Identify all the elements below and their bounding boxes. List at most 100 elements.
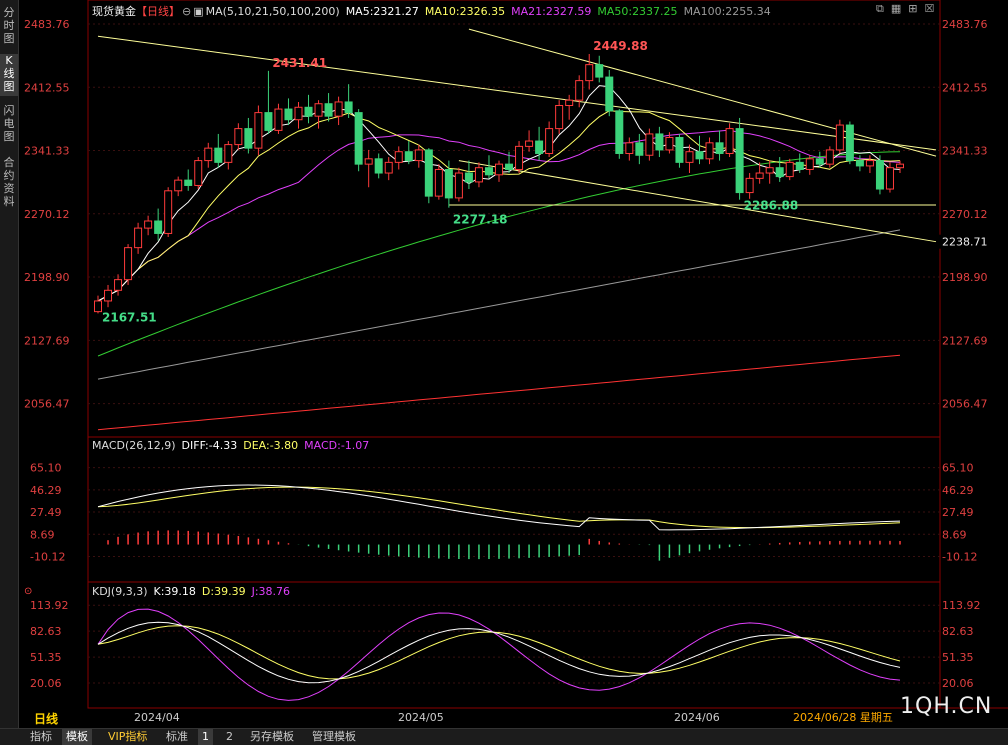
bottom-tab-1[interactable]: 1 — [198, 729, 213, 745]
high-annotation-1: 2431.41 — [272, 56, 327, 70]
candle-body — [645, 133, 654, 156]
close-icon[interactable]: ☒ — [924, 2, 934, 15]
y-tick-label-left: 2056.47 — [24, 398, 70, 411]
candle-body — [505, 163, 514, 170]
candle-body — [414, 149, 423, 162]
kdj-tick-right: 20.06 — [942, 677, 974, 690]
candle-body — [354, 112, 363, 165]
ma5-value: MA5:2321.27 — [345, 5, 419, 18]
kdj-header: KDJ(9,3,3) K:39.18 D:39.39 J:38.76 — [92, 585, 296, 598]
ma100-value: MA100:2255.34 — [683, 5, 771, 18]
kdj-k: K:39.18 — [153, 585, 196, 598]
trend-value-label: 2238.71 — [942, 236, 988, 249]
candle-body — [845, 124, 854, 162]
candle-body — [434, 168, 443, 197]
macd-header: MACD(26,12,9) DIFF:-4.33 DEA:-3.80 MACD:-1.… — [92, 439, 375, 452]
macd-tick-right: -10.12 — [942, 551, 977, 564]
candle-body — [815, 158, 824, 165]
copy-icon[interactable]: ⧉ — [876, 2, 884, 15]
candle-body — [474, 167, 483, 183]
candle-body — [515, 145, 524, 170]
candle-body — [194, 160, 203, 186]
y-tick-label-right: 2483.76 — [942, 18, 988, 31]
grid-icon[interactable]: ▦ — [891, 2, 901, 15]
candle-body — [775, 167, 784, 178]
ma5-line — [97, 85, 901, 302]
kdj-tick-left: 51.35 — [30, 651, 62, 664]
candle-body — [565, 99, 574, 107]
ma200-line — [97, 354, 901, 431]
x-axis-label: 2024/05 — [398, 711, 444, 724]
candle-body — [835, 124, 844, 151]
settings-icon[interactable]: ⊖ — [182, 5, 191, 18]
candle-body — [344, 101, 353, 114]
candle-body — [745, 177, 754, 194]
candle-body — [444, 168, 453, 199]
kdj-tick-right: 51.35 — [942, 651, 974, 664]
candle-body — [655, 133, 664, 151]
candle-body — [464, 172, 473, 183]
kline-chart[interactable]: 2483.76 2483.76 2412.55 2412.55 2341.33 2341.… — [0, 0, 1008, 728]
bottom-tab-save-template[interactable]: 另存模板 — [246, 729, 298, 745]
indicator-icon[interactable]: ▣ — [193, 5, 203, 18]
candle-body — [725, 128, 734, 154]
candle-body — [896, 163, 904, 169]
candle-body — [364, 158, 373, 165]
candle-body — [805, 158, 814, 170]
candle-body — [695, 151, 704, 160]
bottom-tab-templates[interactable]: 模板 — [62, 729, 92, 745]
candle-body — [525, 140, 534, 147]
candle-body — [665, 136, 674, 151]
macd-tick-right: 46.29 — [942, 484, 974, 497]
bottom-tab-2[interactable]: 2 — [222, 729, 237, 745]
macd-tick-right: 27.49 — [942, 506, 974, 519]
bottom-tab-vip[interactable]: VIP指标 — [104, 729, 151, 745]
candle-body — [615, 110, 624, 154]
candle-body — [825, 149, 834, 165]
kdj-marker-icon[interactable]: ⊙ — [24, 586, 32, 597]
y-tick-label-left: 2483.76 — [24, 18, 70, 31]
macd-tick-left: 46.29 — [30, 484, 62, 497]
bottom-tab-standard[interactable]: 标准 — [162, 729, 192, 745]
kdj-tick-left: 113.92 — [30, 599, 69, 612]
candle-body — [675, 136, 684, 163]
candle-body — [254, 112, 263, 149]
period-label[interactable]: 日线 — [34, 710, 58, 727]
x-axis-label: 2024/04 — [134, 711, 180, 724]
candle-body — [575, 80, 584, 101]
candle-body — [885, 167, 894, 190]
candle-body — [324, 103, 333, 117]
candle-body — [104, 289, 113, 302]
bottom-tab-manage-template[interactable]: 管理模板 — [308, 729, 360, 745]
add-icon[interactable]: ⊞ — [908, 2, 917, 15]
macd-dea: DEA:-3.80 — [243, 439, 299, 452]
y-tick-label-right: 2341.33 — [942, 145, 988, 158]
bottom-tab-indicators[interactable]: 指标 — [26, 729, 56, 745]
candle-body — [735, 128, 744, 194]
kdj-j-line — [97, 608, 901, 701]
candle-body — [765, 167, 774, 174]
ma100-line — [97, 229, 901, 380]
candle-body — [495, 163, 503, 176]
low-annotation-3: 2286.88 — [744, 199, 799, 213]
y-tick-label-left: 2127.69 — [24, 334, 70, 347]
high-annotation-2: 2449.88 — [593, 39, 648, 53]
candle-body — [244, 128, 253, 149]
candle-body — [214, 147, 223, 163]
low-annotation-2: 2277.18 — [453, 213, 508, 227]
candle-body — [304, 106, 313, 117]
kdj-tick-left: 82.63 — [30, 625, 62, 638]
y-tick-label-left: 2341.33 — [24, 145, 70, 158]
candle-body — [394, 151, 403, 163]
candle-body — [605, 76, 614, 112]
candle-body — [685, 151, 694, 163]
candle-body — [124, 247, 133, 281]
candle-body — [154, 220, 163, 234]
trendline-lower — [458, 160, 937, 243]
date-readout: 2024/06/28 星期五 — [793, 711, 893, 724]
macd-tick-left: -10.12 — [30, 551, 65, 564]
kdj-j: J:38.76 — [251, 585, 291, 598]
macd-value: MACD:-1.07 — [304, 439, 370, 452]
candle-body — [865, 160, 874, 167]
candle-body — [374, 158, 383, 174]
